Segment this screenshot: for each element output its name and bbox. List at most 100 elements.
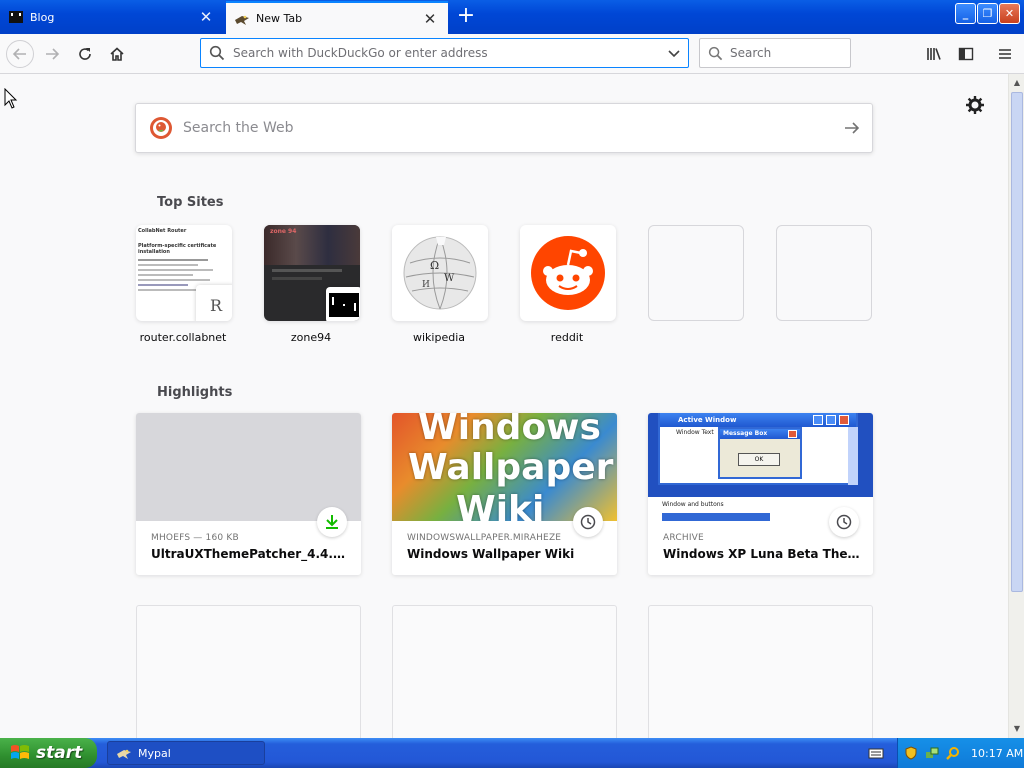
highlight-thumbnail: Active Window Window Text Message Box OK… — [648, 413, 873, 521]
download-icon — [317, 507, 347, 537]
highlight-placeholder — [392, 605, 617, 738]
chevron-down-icon[interactable] — [660, 46, 688, 60]
highlight-card-xp-luna[interactable]: Active Window Window Text Message Box OK… — [648, 413, 873, 575]
plus-icon[interactable]: + — [453, 4, 479, 30]
forward-button[interactable] — [38, 40, 66, 68]
taskbar-item-mypal[interactable]: Mypal — [107, 741, 265, 765]
menu-button[interactable] — [991, 40, 1019, 68]
thumb-window-text: Window Text — [676, 429, 714, 436]
highlight-placeholder — [648, 605, 873, 738]
top-site-label: zone94 — [290, 331, 332, 344]
highlight-context: ARCHIVE — [663, 533, 704, 543]
top-site-tile-reddit[interactable] — [520, 225, 616, 321]
zone94-logo-icon — [326, 287, 360, 321]
site-letter-badge: R — [196, 285, 232, 321]
clock: 10:17 AM — [971, 746, 1024, 760]
reload-button[interactable] — [71, 40, 99, 68]
tab-title: New Tab — [256, 12, 303, 25]
thumb-caption: Window and buttons — [662, 501, 724, 508]
navigation-toolbar — [0, 34, 1024, 74]
home-button[interactable] — [103, 40, 131, 68]
new-tab-page: Top Sites CollabNet Router Platform-spec… — [0, 75, 1008, 738]
home-icon — [110, 47, 124, 61]
clock-icon — [829, 507, 859, 537]
search-icon — [201, 45, 233, 61]
address-input[interactable] — [233, 46, 660, 60]
duckduckgo-icon — [150, 117, 172, 139]
back-arrow-icon — [12, 48, 26, 60]
address-bar[interactable] — [200, 38, 689, 68]
highlight-card-download[interactable]: MHOEFS — 160 KB UltraUXThemePatcher_4.4.… — [136, 413, 361, 575]
reddit-icon — [531, 236, 605, 310]
highlight-context: WINDOWSWALLPAPER.MIRAHEZE — [407, 533, 562, 543]
top-site-tile-zone94[interactable]: zone 94 — [264, 225, 360, 321]
scroll-up-icon[interactable]: ▲ — [1010, 74, 1024, 90]
hamburger-menu-icon — [999, 49, 1011, 59]
forward-arrow-icon — [46, 48, 60, 60]
thumb-text: Wiki — [456, 489, 545, 521]
minimize-window-button[interactable]: _ — [955, 3, 976, 24]
network-icon[interactable] — [924, 745, 940, 761]
system-tray: 10:17 AM — [897, 738, 1024, 768]
svg-text:W: W — [444, 273, 455, 284]
mypal-favicon — [235, 15, 249, 25]
tab-title: Blog — [30, 10, 55, 24]
top-site-tile-empty[interactable] — [648, 225, 744, 321]
close-tab-icon[interactable]: ✕ — [198, 8, 214, 26]
top-site-label: router.collabnet — [139, 331, 227, 344]
web-search-box[interactable] — [135, 103, 873, 153]
taskbar: start Mypal 10:17 AM — [0, 738, 1024, 768]
start-button[interactable]: start — [0, 738, 97, 768]
highlight-title: Windows Wallpaper Wiki — [407, 547, 575, 561]
top-site-label: wikipedia — [412, 331, 465, 344]
sidebar-icon — [958, 47, 974, 61]
web-search-input[interactable] — [183, 120, 832, 136]
top-site-tile-empty[interactable] — [776, 225, 872, 321]
tab-new-tab[interactable]: New Tab ✕ — [226, 1, 448, 34]
highlight-placeholder — [136, 605, 361, 738]
scroll-down-icon[interactable]: ▼ — [1010, 720, 1024, 736]
arrow-right-icon[interactable] — [832, 119, 872, 137]
svg-text:И: И — [422, 280, 430, 290]
keyboard-icon[interactable] — [868, 745, 884, 761]
highlight-thumbnail: Windows Wallpaper Wiki — [392, 413, 617, 521]
back-button[interactable] — [6, 40, 34, 68]
reload-icon — [79, 48, 91, 60]
top-site-tile-router[interactable]: CollabNet Router Platform-specific certi… — [136, 225, 232, 321]
scrollbar-thumb[interactable] — [1011, 92, 1023, 592]
search-icon[interactable] — [945, 745, 961, 761]
tab-blog[interactable]: Blog ✕ — [0, 2, 224, 32]
highlight-card-wallpaper-wiki[interactable]: Windows Wallpaper Wiki WINDOWSWALLPAPER.… — [392, 413, 617, 575]
library-button[interactable] — [920, 40, 948, 68]
highlight-title: UltraUXThemePatcher_4.4.1.exe — [151, 547, 351, 561]
highlight-context: MHOEFS — 160 KB — [151, 533, 239, 543]
start-label: start — [36, 743, 83, 763]
site-screenshot: CollabNet Router Platform-specific certi… — [136, 225, 232, 294]
sidebar-button[interactable] — [952, 40, 980, 68]
maximize-window-button[interactable]: ❐ — [977, 3, 998, 24]
svg-text:Ω: Ω — [430, 259, 439, 272]
highlights-heading: Highlights — [157, 385, 233, 400]
vertical-scrollbar[interactable]: ▲ ▼ — [1008, 74, 1024, 738]
top-site-label: reddit — [550, 331, 584, 344]
thumb-text: Wallpaper — [408, 447, 614, 488]
screenshot-subheading: Platform-specific certificate installati… — [138, 243, 217, 255]
taskbar-item-label: Mypal — [138, 746, 171, 760]
search-input[interactable] — [730, 46, 840, 60]
clock-icon — [573, 507, 603, 537]
gear-icon[interactable] — [965, 95, 985, 115]
top-sites-heading: Top Sites — [157, 195, 224, 210]
close-tab-icon[interactable]: ✕ — [422, 10, 438, 28]
windows-flag-icon — [11, 745, 29, 759]
close-window-button[interactable]: ✕ — [999, 3, 1020, 24]
shield-icon[interactable] — [903, 745, 919, 761]
thumb-text: Windows — [418, 413, 601, 448]
highlight-thumbnail — [136, 413, 361, 521]
top-site-tile-wikipedia[interactable]: Ω W И — [392, 225, 488, 321]
search-bar[interactable] — [699, 38, 851, 68]
highlight-title: Windows XP Luna Beta Theme : ... — [663, 547, 863, 561]
wikipedia-globe-icon: Ω W И — [403, 236, 477, 310]
zone94-title: zone 94 — [270, 228, 297, 235]
title-bar: Blog ✕ New Tab ✕ + _ ❐ ✕ — [0, 0, 1024, 34]
search-icon — [700, 46, 730, 61]
